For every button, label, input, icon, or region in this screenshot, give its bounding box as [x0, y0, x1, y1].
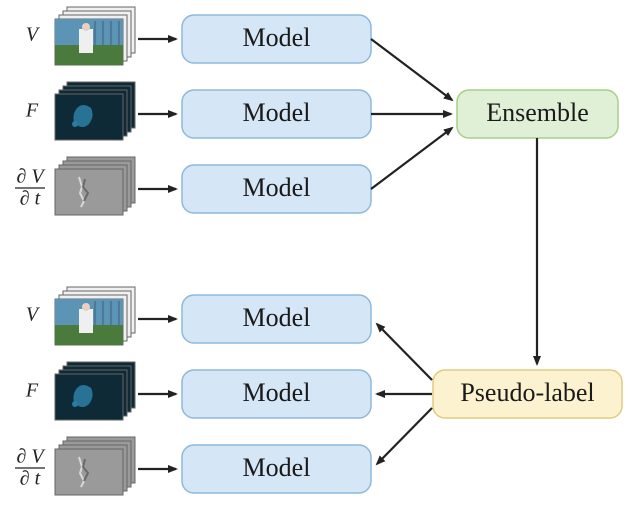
- ensemble-label: Ensemble: [486, 98, 589, 127]
- input-tg-top: [55, 157, 135, 215]
- model-box-bottom-1: Model: [182, 295, 371, 343]
- arrow-pseudo-to-model: [377, 408, 432, 464]
- input-label-video: V: [26, 304, 41, 326]
- svg-text:∂ t: ∂ t: [20, 188, 41, 210]
- input-flow-bottom: [55, 362, 135, 420]
- input-label-flow: F: [25, 380, 39, 402]
- model-box-top-1: Model: [182, 15, 371, 63]
- input-label-tg-top: ∂ V ∂ t: [15, 166, 46, 210]
- model-label: Model: [243, 378, 311, 407]
- svg-text:∂ V: ∂ V: [16, 166, 46, 188]
- input-label-video: V: [26, 24, 41, 46]
- model-label: Model: [243, 453, 311, 482]
- model-label: Model: [243, 173, 311, 202]
- pseudo-label-text: Pseudo-label: [460, 378, 594, 407]
- svg-text:∂ V: ∂ V: [16, 446, 46, 468]
- pseudo-label-box: Pseudo-label: [433, 370, 622, 418]
- input-label-tg-bottom: ∂ V ∂ t: [15, 446, 46, 490]
- arrow-model-to-ensemble: [371, 128, 452, 189]
- model-box-top-3: Model: [182, 165, 371, 213]
- input-video-bottom: [55, 287, 135, 345]
- model-label: Model: [243, 303, 311, 332]
- input-flow-top: [55, 82, 135, 140]
- input-label-flow: F: [25, 100, 39, 122]
- model-box-top-2: Model: [182, 90, 371, 138]
- svg-text:∂ t: ∂ t: [20, 468, 41, 490]
- model-label: Model: [243, 98, 311, 127]
- arrow-pseudo-to-model: [377, 324, 432, 380]
- model-label: Model: [243, 23, 311, 52]
- model-box-bottom-2: Model: [182, 370, 371, 418]
- ensemble-box: Ensemble: [457, 90, 618, 138]
- arrow-model-to-ensemble: [371, 39, 452, 100]
- model-box-bottom-3: Model: [182, 445, 371, 493]
- input-video-top: [55, 7, 135, 65]
- input-tg-bottom: [55, 437, 135, 495]
